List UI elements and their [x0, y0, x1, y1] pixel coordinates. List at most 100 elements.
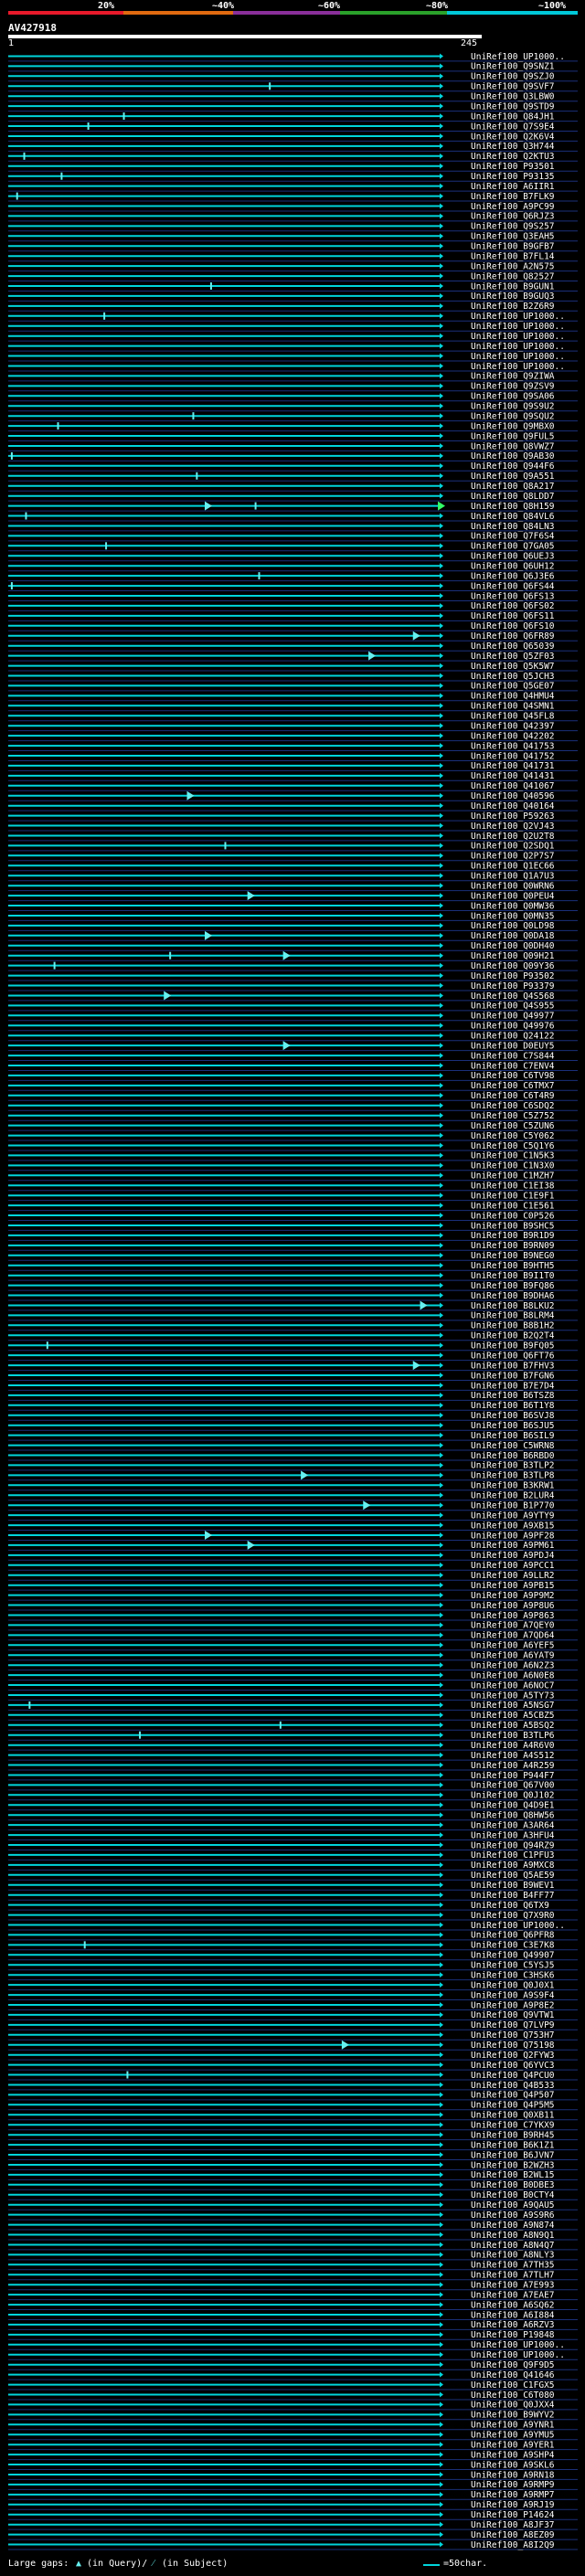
subject-label[interactable]: UniRef100_B8LRM4 [471, 1311, 555, 1321]
subject-label[interactable]: UniRef100_Q4S568 [471, 991, 555, 1002]
subject-label[interactable]: UniRef100_Q6FR89 [471, 631, 555, 641]
subject-label[interactable]: UniRef100_C1PFU3 [471, 1850, 555, 1860]
subject-label[interactable]: UniRef100_A2N575 [471, 261, 555, 271]
subject-label[interactable]: UniRef100_A9YMU5 [471, 2431, 555, 2441]
subject-label[interactable]: UniRef100_C7ENV4 [471, 1061, 555, 1071]
subject-label[interactable]: UniRef100_Q9FUL5 [471, 431, 555, 441]
subject-label[interactable]: UniRef100_A6SQ62 [471, 2300, 555, 2310]
subject-label[interactable]: UniRef100_B9GUQ3 [471, 292, 555, 302]
subject-label[interactable]: UniRef100_A7E993 [471, 2281, 555, 2291]
subject-label[interactable]: UniRef100_Q2KTU3 [471, 152, 555, 162]
subject-label[interactable]: UniRef100_B8B1H2 [471, 1321, 555, 1331]
subject-label[interactable]: UniRef100_B6SJU5 [471, 1421, 555, 1431]
subject-label[interactable]: UniRef100_A9PM61 [471, 1541, 555, 1551]
subject-label[interactable]: UniRef100_A4R259 [471, 1761, 555, 1771]
subject-label[interactable]: UniRef100_P59263 [471, 811, 555, 822]
subject-label[interactable]: UniRef100_P93501 [471, 162, 555, 172]
subject-label[interactable]: UniRef100_C5Y062 [471, 1131, 555, 1141]
subject-label[interactable]: UniRef100_Q8H159 [471, 502, 555, 512]
subject-label[interactable]: UniRef100_Q8HW56 [471, 1811, 555, 1821]
subject-label[interactable]: UniRef100_A9S9F4 [471, 1990, 555, 2000]
subject-label[interactable]: UniRef100_Q42397 [471, 722, 555, 732]
subject-label[interactable]: UniRef100_A9PDJ4 [471, 1551, 555, 1561]
subject-label[interactable]: UniRef100_A6YEF5 [471, 1641, 555, 1651]
subject-label[interactable]: UniRef100_Q49976 [471, 1022, 555, 1032]
subject-label[interactable]: UniRef100_Q0LD98 [471, 921, 555, 931]
subject-label[interactable]: UniRef100_C1E561 [471, 1201, 555, 1211]
subject-label[interactable]: UniRef100_Q9SNZ1 [471, 62, 555, 72]
subject-label[interactable]: UniRef100_A9QAU5 [471, 2200, 555, 2210]
subject-label[interactable]: UniRef100_Q94RZ9 [471, 1840, 555, 1850]
subject-label[interactable]: UniRef100_B6SIL9 [471, 1431, 555, 1441]
subject-label[interactable]: UniRef100_Q09Y36 [471, 961, 555, 971]
subject-label[interactable]: UniRef100_Q2U2T8 [471, 832, 555, 842]
subject-label[interactable]: UniRef100_C6T4R9 [471, 1091, 555, 1101]
subject-label[interactable]: UniRef100_B7FGN6 [471, 1371, 555, 1381]
subject-label[interactable]: UniRef100_P14624 [471, 2510, 555, 2520]
subject-label[interactable]: UniRef100_Q5AE59 [471, 1871, 555, 1881]
subject-label[interactable]: UniRef100_Q9SVF7 [471, 82, 555, 92]
subject-label[interactable]: UniRef100_A8JF37 [471, 2520, 555, 2530]
subject-label[interactable]: UniRef100_C6T080 [471, 2390, 555, 2401]
subject-label[interactable]: UniRef100_Q82527 [471, 271, 555, 281]
subject-label[interactable]: UniRef100_UP1000.. [471, 332, 565, 342]
subject-label[interactable]: UniRef100_A6RZV3 [471, 2320, 555, 2330]
subject-label[interactable]: UniRef100_Q7X9R0 [471, 1911, 555, 1921]
subject-label[interactable]: UniRef100_Q9S257 [471, 222, 555, 232]
subject-label[interactable]: UniRef100_Q6FT76 [471, 1351, 555, 1361]
subject-label[interactable]: UniRef100_A7QEY0 [471, 1621, 555, 1631]
subject-label[interactable]: UniRef100_D0EUY5 [471, 1041, 555, 1051]
subject-label[interactable]: UniRef100_Q3LBW0 [471, 92, 555, 102]
subject-label[interactable]: UniRef100_UP1000.. [471, 2340, 565, 2350]
subject-label[interactable]: UniRef100_B9SHC5 [471, 1221, 555, 1231]
subject-label[interactable]: UniRef100_Q0XB11 [471, 2111, 555, 2121]
subject-label[interactable]: UniRef100_A9YNR1 [471, 2421, 555, 2431]
subject-label[interactable]: UniRef100_Q4HMU4 [471, 692, 555, 702]
subject-label[interactable]: UniRef100_Q5JCH3 [471, 672, 555, 682]
subject-label[interactable]: UniRef100_B6RBD0 [471, 1451, 555, 1461]
subject-label[interactable]: UniRef100_Q84VL6 [471, 512, 555, 522]
subject-label[interactable]: UniRef100_Q5ZF03 [471, 652, 555, 662]
subject-label[interactable]: UniRef100_Q40164 [471, 801, 555, 811]
subject-label[interactable]: UniRef100_Q9S9U2 [471, 402, 555, 412]
subject-label[interactable]: UniRef100_Q6FS13 [471, 591, 555, 601]
subject-label[interactable]: UniRef100_A7EAE7 [471, 2290, 555, 2300]
subject-label[interactable]: UniRef100_A9P9M2 [471, 1591, 555, 1601]
subject-label[interactable]: UniRef100_Q944F6 [471, 461, 555, 472]
subject-label[interactable]: UniRef100_UP1000.. [471, 2350, 565, 2360]
subject-label[interactable]: UniRef100_Q41731 [471, 761, 555, 771]
subject-label[interactable]: UniRef100_A5TY73 [471, 1691, 555, 1701]
subject-label[interactable]: UniRef100_Q40596 [471, 791, 555, 801]
subject-label[interactable]: UniRef100_Q4P5M5 [471, 2101, 555, 2111]
subject-label[interactable]: UniRef100_UP1000.. [471, 362, 565, 372]
subject-label[interactable]: UniRef100_A5CBZ5 [471, 1711, 555, 1721]
subject-label[interactable]: UniRef100_Q0MN35 [471, 911, 555, 921]
subject-label[interactable]: UniRef100_B2Q2T4 [471, 1331, 555, 1341]
subject-label[interactable]: UniRef100_B2WL15 [471, 2170, 555, 2180]
subject-label[interactable]: UniRef100_Q4B533 [471, 2081, 555, 2091]
subject-label[interactable]: UniRef100_B9HTH5 [471, 1261, 555, 1271]
subject-label[interactable]: UniRef100_Q0JXX4 [471, 2401, 555, 2411]
subject-label[interactable]: UniRef100_A9RMP9 [471, 2480, 555, 2490]
subject-label[interactable]: UniRef100_C1EI38 [471, 1182, 555, 1192]
subject-label[interactable]: UniRef100_C6TV98 [471, 1071, 555, 1081]
subject-label[interactable]: UniRef100_Q45FL8 [471, 712, 555, 722]
subject-label[interactable]: UniRef100_A9XB15 [471, 1521, 555, 1531]
subject-label[interactable]: UniRef100_A7TLH7 [471, 2271, 555, 2281]
subject-label[interactable]: UniRef100_Q9MBX0 [471, 421, 555, 431]
subject-label[interactable]: UniRef100_C1FGX5 [471, 2380, 555, 2390]
subject-label[interactable]: UniRef100_B6JVN7 [471, 2150, 555, 2160]
subject-label[interactable]: UniRef100_Q09H21 [471, 951, 555, 961]
subject-label[interactable]: UniRef100_Q6RJZ3 [471, 212, 555, 222]
subject-label[interactable]: UniRef100_Q6UEJ3 [471, 552, 555, 562]
subject-label[interactable]: UniRef100_P93135 [471, 172, 555, 182]
subject-label[interactable]: UniRef100_Q9A551 [471, 472, 555, 482]
subject-label[interactable]: UniRef100_B7E7D4 [471, 1381, 555, 1391]
subject-label[interactable]: UniRef100_B3TLP8 [471, 1471, 555, 1481]
subject-label[interactable]: UniRef100_Q4D9E1 [471, 1801, 555, 1811]
subject-label[interactable]: UniRef100_Q3H744 [471, 142, 555, 152]
subject-label[interactable]: UniRef100_UP1000.. [471, 1921, 565, 1931]
subject-label[interactable]: UniRef100_Q7F6S4 [471, 532, 555, 542]
subject-label[interactable]: UniRef100_Q5K5W7 [471, 662, 555, 672]
subject-label[interactable]: UniRef100_Q6FS44 [471, 581, 555, 591]
